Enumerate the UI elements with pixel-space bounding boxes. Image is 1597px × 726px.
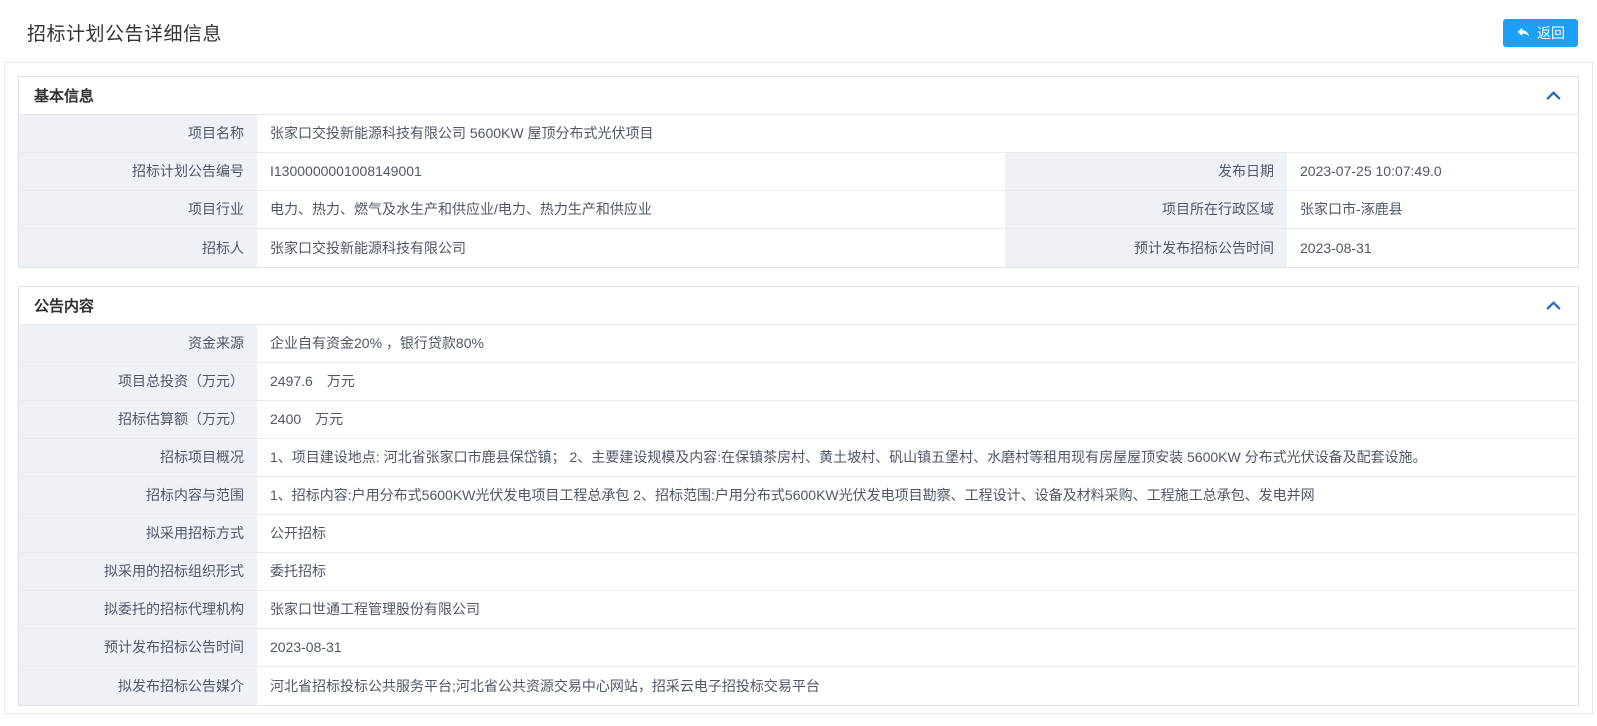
table-row: 预计发布招标公告时间 2023-08-31 bbox=[19, 629, 1578, 667]
panel-basic-info-header: 基本信息 bbox=[19, 77, 1578, 115]
table-row: 招标估算额（万元） 2400 万元 bbox=[19, 401, 1578, 439]
field-value: 公开招标 bbox=[257, 515, 1578, 552]
page-title: 招标计划公告详细信息 bbox=[27, 19, 222, 46]
table-row: 项目总投资（万元） 2497.6 万元 bbox=[19, 363, 1578, 401]
field-value: 2400 万元 bbox=[257, 401, 1578, 438]
table-row: 项目行业 电力、热力、燃气及水生产和供应业/电力、热力生产和供应业 项目所在行政… bbox=[19, 191, 1578, 229]
field-label: 预计发布招标公告时间 bbox=[1005, 229, 1287, 267]
field-value: 河北省招标投标公共服务平台;河北省公共资源交易中心网站，招采云电子招投标交易平台 bbox=[257, 667, 1578, 705]
field-value: 企业自有资金20% ，银行贷款80% bbox=[257, 325, 1578, 362]
field-value: 2023-08-31 bbox=[257, 629, 1578, 666]
field-value: 1、项目建设地点: 河北省张家口市鹿县保岱镇； 2、主要建设规模及内容:在保镇茶… bbox=[257, 439, 1578, 476]
table-row: 拟委托的招标代理机构 张家口世通工程管理股份有限公司 bbox=[19, 591, 1578, 629]
field-value: 2497.6 万元 bbox=[257, 363, 1578, 400]
table-row: 招标内容与范围 1、招标内容:户用分布式5600KW光伏发电项目工程总承包 2、… bbox=[19, 477, 1578, 515]
field-value: 委托招标 bbox=[257, 553, 1578, 590]
field-label: 拟采用招标方式 bbox=[19, 515, 257, 552]
field-label: 发布日期 bbox=[1005, 153, 1287, 190]
table-row: 资金来源 企业自有资金20% ，银行贷款80% bbox=[19, 325, 1578, 363]
field-label: 项目行业 bbox=[19, 191, 257, 228]
field-value: 2023-07-25 10:07:49.0 bbox=[1287, 153, 1578, 190]
back-button[interactable]: 返回 bbox=[1503, 19, 1578, 47]
table-row: 招标计划公告编号 I1300000001008149001 发布日期 2023-… bbox=[19, 153, 1578, 191]
field-value: 张家口交投新能源科技有限公司 5600KW 屋顶分布式光伏项目 bbox=[257, 115, 1578, 152]
panel-basic-info: 基本信息 项目名称 张家口交投新能源科技有限公司 5600KW 屋顶分布式光伏项… bbox=[18, 76, 1579, 268]
table-row: 拟发布招标公告媒介 河北省招标投标公共服务平台;河北省公共资源交易中心网站，招采… bbox=[19, 667, 1578, 705]
table-row: 项目名称 张家口交投新能源科技有限公司 5600KW 屋顶分布式光伏项目 bbox=[19, 115, 1578, 153]
field-label: 项目总投资（万元） bbox=[19, 363, 257, 400]
field-label: 拟采用的招标组织形式 bbox=[19, 553, 257, 590]
field-label: 招标估算额（万元） bbox=[19, 401, 257, 438]
chevron-up-icon[interactable] bbox=[1544, 298, 1563, 313]
panel-basic-info-title: 基本信息 bbox=[34, 85, 94, 106]
field-label: 招标内容与范围 bbox=[19, 477, 257, 514]
table-row: 招标人 张家口交投新能源科技有限公司 预计发布招标公告时间 2023-08-31 bbox=[19, 229, 1578, 267]
field-label: 项目名称 bbox=[19, 115, 257, 152]
field-label: 招标项目概况 bbox=[19, 439, 257, 476]
field-value: 1、招标内容:户用分布式5600KW光伏发电项目工程总承包 2、招标范围:户用分… bbox=[257, 477, 1578, 514]
field-value: 张家口世通工程管理股份有限公司 bbox=[257, 591, 1578, 628]
back-button-label: 返回 bbox=[1537, 23, 1565, 43]
reply-arrow-icon bbox=[1516, 25, 1531, 40]
field-value: 电力、热力、燃气及水生产和供应业/电力、热力生产和供应业 bbox=[257, 191, 1005, 228]
field-label: 招标计划公告编号 bbox=[19, 153, 257, 190]
panel-announcement-content-header: 公告内容 bbox=[19, 287, 1578, 325]
field-value: I1300000001008149001 bbox=[257, 153, 1005, 190]
field-label: 招标人 bbox=[19, 229, 257, 267]
panel-announcement-content: 公告内容 资金来源 企业自有资金20% ，银行贷款80% 项目总投资（万元） 2… bbox=[18, 286, 1579, 706]
field-value: 张家口市-涿鹿县 bbox=[1287, 191, 1578, 228]
table-row: 拟采用招标方式 公开招标 bbox=[19, 515, 1578, 553]
field-value: 2023-08-31 bbox=[1287, 229, 1578, 267]
table-row: 招标项目概况 1、项目建设地点: 河北省张家口市鹿县保岱镇； 2、主要建设规模及… bbox=[19, 439, 1578, 477]
field-label: 拟委托的招标代理机构 bbox=[19, 591, 257, 628]
field-value: 张家口交投新能源科技有限公司 bbox=[257, 229, 1005, 267]
panel-announcement-content-title: 公告内容 bbox=[34, 295, 94, 316]
detail-card: 基本信息 项目名称 张家口交投新能源科技有限公司 5600KW 屋顶分布式光伏项… bbox=[4, 62, 1593, 714]
field-label: 资金来源 bbox=[19, 325, 257, 362]
page-header: 招标计划公告详细信息 返回 bbox=[0, 0, 1597, 62]
table-row: 拟采用的招标组织形式 委托招标 bbox=[19, 553, 1578, 591]
field-label: 预计发布招标公告时间 bbox=[19, 629, 257, 666]
chevron-up-icon[interactable] bbox=[1544, 88, 1563, 103]
field-label: 拟发布招标公告媒介 bbox=[19, 667, 257, 705]
field-label: 项目所在行政区域 bbox=[1005, 191, 1287, 228]
